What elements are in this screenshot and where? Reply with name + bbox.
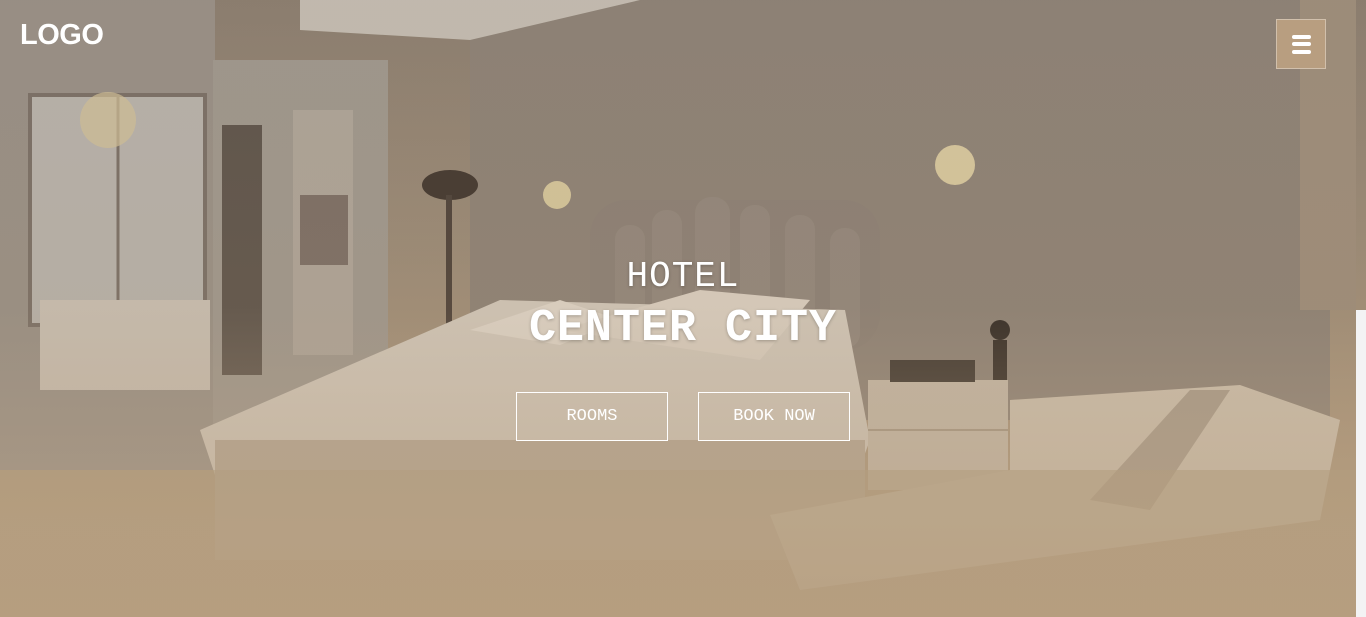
menu-button[interactable] xyxy=(1276,19,1326,69)
book-now-button[interactable]: BOOK NOW xyxy=(698,392,850,441)
hero-section: LOGO HOTEL CENTER CITY ROOMS BOOK NOW xyxy=(0,0,1366,617)
hero-title: CENTER CITY xyxy=(528,303,838,354)
hero-content: HOTEL CENTER CITY ROOMS BOOK NOW xyxy=(0,258,1366,441)
hero-buttons: ROOMS BOOK NOW xyxy=(0,392,1366,441)
hero-subtitle: HOTEL xyxy=(626,256,740,297)
logo[interactable]: LOGO xyxy=(20,21,104,50)
hamburger-icon xyxy=(1291,34,1311,54)
rooms-button[interactable]: ROOMS xyxy=(516,392,668,441)
